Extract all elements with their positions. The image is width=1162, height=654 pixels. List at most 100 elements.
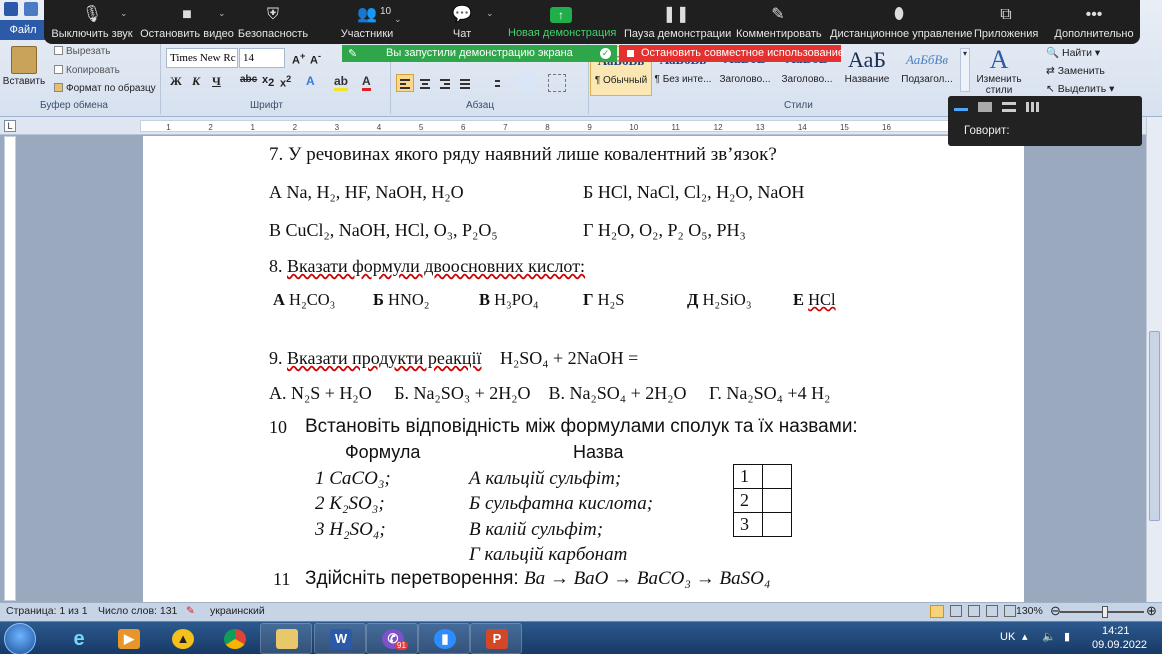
taskbar-media-player[interactable]: ▶ xyxy=(102,623,154,654)
word-count[interactable]: Число слов: 131 xyxy=(98,605,177,617)
align-center-button[interactable] xyxy=(416,74,434,92)
strikethrough-icon[interactable]: abc xyxy=(240,74,257,85)
shrink-font-icon[interactable]: A- xyxy=(310,51,321,67)
language-indicator[interactable]: UK xyxy=(1000,631,1015,643)
gallery-view-icon[interactable] xyxy=(1026,102,1040,112)
clock-time[interactable]: 14:21 xyxy=(1102,625,1130,637)
copy-button[interactable]: Копировать xyxy=(54,65,120,76)
font-color-icon[interactable]: A xyxy=(362,74,371,91)
remote-control-button[interactable]: ⬮ Дистанционное управление xyxy=(830,4,972,42)
cut-button[interactable]: Вырезать xyxy=(54,46,110,57)
change-styles-button[interactable]: A Изменить стили xyxy=(972,46,1026,97)
mute-button[interactable]: 🎙 Выключить звук ⌄ xyxy=(48,4,136,42)
vertical-ruler[interactable] xyxy=(4,136,16,601)
justify-button[interactable] xyxy=(456,74,474,92)
chat-button[interactable]: 💬 Чат ⌄ xyxy=(442,4,494,42)
spellcheck-icon[interactable]: ✎ xyxy=(186,605,195,617)
highlight-icon[interactable]: ab xyxy=(334,74,349,91)
stop-share-button[interactable]: Остановить совместное использование xyxy=(619,45,844,62)
format-painter-button[interactable]: Формат по образцу xyxy=(54,83,156,94)
taskbar-word[interactable]: W xyxy=(314,623,366,654)
file-tab[interactable]: Файл xyxy=(0,20,46,40)
ruler-tick-label: 14 xyxy=(797,123,807,132)
system-tray: UK ▴ 🔈 ▮ 14:21 09.09.2022 xyxy=(996,622,1162,654)
answer-grid-cell-3[interactable] xyxy=(762,512,792,537)
new-share-button[interactable]: ↑ Новая демонстрация xyxy=(508,4,616,42)
shading-icon[interactable] xyxy=(518,74,536,92)
minimize-icon[interactable] xyxy=(954,108,968,111)
vertical-scrollbar[interactable] xyxy=(1146,117,1162,604)
bold-button[interactable]: Ж xyxy=(170,74,182,89)
find-button[interactable]: 🔍 Найти ▾ xyxy=(1046,46,1100,59)
more-button[interactable]: ••• Дополнительно xyxy=(1054,4,1134,42)
taskbar-viber[interactable]: ✆ 91 xyxy=(366,623,418,654)
tab-selector-icon[interactable]: L xyxy=(4,120,16,132)
chevron-down-icon[interactable]: ⌄ xyxy=(486,8,494,19)
taskbar-avast[interactable]: ▲ xyxy=(156,623,208,654)
page-count[interactable]: Страница: 1 из 1 xyxy=(6,605,88,617)
print-layout-icon[interactable] xyxy=(930,605,944,618)
ruler-tick-label: 1 xyxy=(166,123,171,132)
zoom-slider-knob[interactable] xyxy=(1102,606,1108,618)
security-button[interactable]: ⛨ Безопасность xyxy=(236,4,310,42)
annotate-button[interactable]: ✎ Комментировать xyxy=(736,4,822,42)
borders-icon[interactable] xyxy=(548,74,566,92)
apps-icon: ⧉ xyxy=(1000,6,1012,23)
style-title[interactable]: АаБ Название xyxy=(836,46,898,96)
chevron-down-icon[interactable]: ⌄ xyxy=(394,14,402,25)
apps-button[interactable]: ⧉ Приложения xyxy=(974,4,1038,42)
language-indicator[interactable]: украинский xyxy=(210,605,265,617)
italic-button[interactable]: К xyxy=(192,74,200,89)
taskbar-explorer[interactable] xyxy=(260,623,312,654)
superscript-icon[interactable]: x2 xyxy=(280,74,291,90)
grow-font-icon[interactable]: A+ xyxy=(292,51,305,67)
powerpoint-icon: P xyxy=(486,629,508,649)
draft-icon[interactable] xyxy=(1004,605,1016,617)
select-button[interactable]: ↖ Выделить ▾ xyxy=(1046,83,1114,95)
chevron-down-icon[interactable]: ⌄ xyxy=(120,8,128,19)
answer-grid-cell-1[interactable] xyxy=(762,464,792,489)
replace-button[interactable]: ⇄ Заменить xyxy=(1046,65,1105,77)
stop-video-button[interactable]: ■ Остановить видео ⌄ xyxy=(140,4,234,42)
q8-option-e: Е HCl xyxy=(793,290,836,309)
zoom-slider[interactable] xyxy=(1060,606,1144,618)
zoom-in-icon[interactable]: ⊕ xyxy=(1146,603,1157,619)
strip-view-icon[interactable] xyxy=(1002,102,1016,112)
web-layout-icon[interactable] xyxy=(968,605,980,617)
clock-date[interactable]: 09.09.2022 xyxy=(1092,639,1147,651)
align-right-button[interactable] xyxy=(436,74,454,92)
paste-button[interactable]: Вставить xyxy=(2,44,46,98)
speaker-view-icon[interactable] xyxy=(978,102,992,112)
outline-icon[interactable] xyxy=(986,605,998,617)
start-button[interactable] xyxy=(4,623,36,654)
chevron-down-icon[interactable]: ⌄ xyxy=(218,8,226,19)
text-effects-icon[interactable]: A xyxy=(306,74,315,88)
align-left-button[interactable] xyxy=(396,74,414,92)
taskbar-zoom[interactable]: ▮ xyxy=(418,623,470,654)
tray-arrow-icon[interactable]: ▴ xyxy=(1022,630,1028,643)
subscript-icon[interactable]: x2 xyxy=(262,74,274,89)
volume-icon[interactable]: 🔈 xyxy=(1042,630,1056,643)
network-icon[interactable]: ▮ xyxy=(1064,630,1070,643)
zoom-level[interactable]: 130% xyxy=(1016,605,1043,617)
taskbar-internet-explorer[interactable]: e xyxy=(52,623,104,654)
font-name-box[interactable]: Times New Rc xyxy=(166,48,238,68)
q7-option-g: Г H₂O, O₂, P₂ O₅, PH₃ xyxy=(583,220,746,240)
style-subtitle[interactable]: АаБбВв Подзагол... xyxy=(896,46,958,96)
answer-grid-cell-2[interactable] xyxy=(762,488,792,513)
save-icon[interactable] xyxy=(24,2,38,16)
participants-button[interactable]: 👥 Участники 10 ⌄ xyxy=(334,4,402,42)
q9-answers: А. N₂S + H₂O Б. Na₂SO₃ + 2H₂O В. Na₂SO₄ … xyxy=(269,383,831,403)
font-size-box[interactable]: 14 xyxy=(239,48,285,68)
scrollbar-thumb[interactable] xyxy=(1149,331,1160,521)
ruler-tick-label: 9 xyxy=(587,123,592,132)
document-page[interactable]: 7. У речовинах якого ряду наявний лише к… xyxy=(143,136,1024,602)
line-spacing-icon[interactable] xyxy=(486,74,504,92)
styles-scroll-icon[interactable]: ▾ xyxy=(960,48,970,92)
taskbar-powerpoint[interactable]: P xyxy=(470,623,522,654)
underline-button[interactable]: Ч xyxy=(212,74,221,89)
full-screen-reading-icon[interactable] xyxy=(950,605,962,617)
pause-share-button[interactable]: ❚❚ Пауза демонстрации xyxy=(624,4,731,42)
taskbar-chrome[interactable] xyxy=(208,623,260,654)
speaker-label: Говорит: xyxy=(964,125,1010,137)
